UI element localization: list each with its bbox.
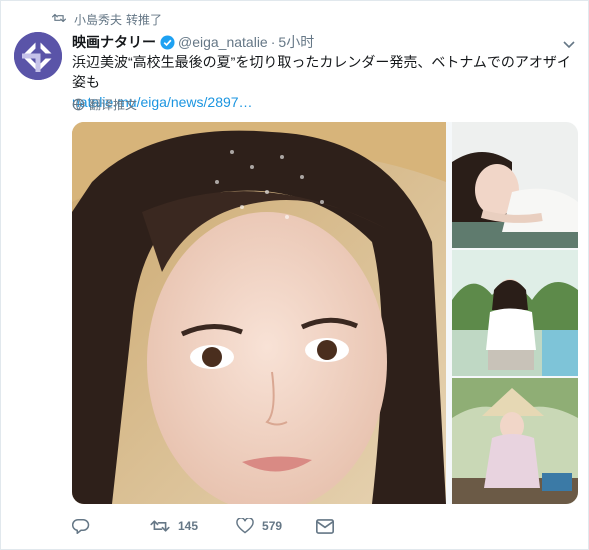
globe-icon bbox=[72, 98, 85, 111]
like-count: 579 bbox=[262, 519, 283, 533]
tweet-header: 映画ナタリー @eiga_natalie · 5小时 bbox=[72, 33, 314, 51]
media-grid bbox=[72, 122, 578, 504]
translate-label: 翻译推文 bbox=[89, 98, 138, 112]
retweet-button[interactable]: 145 bbox=[150, 518, 198, 534]
reply-icon bbox=[72, 518, 90, 534]
author-name[interactable]: 映画ナタリー bbox=[72, 32, 156, 52]
retweet-count: 145 bbox=[178, 519, 199, 533]
like-button[interactable]: 579 bbox=[236, 518, 282, 534]
photo-side-2[interactable] bbox=[452, 250, 578, 376]
author-handle[interactable]: @eiga_natalie bbox=[178, 34, 268, 50]
photo-main[interactable] bbox=[72, 122, 446, 504]
verified-badge-icon bbox=[160, 34, 175, 50]
tweet-text: 浜辺美波“高校生最後の夏”を切り取ったカレンダー発売、ベトナムでのアオザイ姿も … bbox=[72, 52, 577, 112]
retweet-icon bbox=[52, 12, 74, 27]
translate-tweet-button[interactable]: 翻译推文 bbox=[72, 96, 137, 113]
heart-icon bbox=[236, 518, 254, 534]
retweet-context: 小島秀夫 转推了 bbox=[52, 10, 162, 28]
retweet-icon bbox=[150, 520, 170, 532]
photo-side-1[interactable] bbox=[452, 122, 578, 248]
retweet-action-label: 转推了 bbox=[126, 12, 163, 27]
natalie-logo-icon bbox=[14, 32, 62, 80]
envelope-icon bbox=[316, 518, 335, 534]
photo-side-3[interactable] bbox=[452, 378, 578, 504]
tweet-body: 浜辺美波“高校生最後の夏”を切り取ったカレンダー発売、ベトナムでのアオザイ姿も bbox=[72, 54, 571, 90]
separator-dot: · bbox=[270, 34, 276, 50]
tweet-actions: 145 579 bbox=[72, 514, 335, 538]
reply-button[interactable] bbox=[72, 518, 90, 535]
tweet-timestamp[interactable]: 5小时 bbox=[278, 32, 314, 52]
direct-message-button[interactable] bbox=[316, 518, 335, 534]
retweeter-name[interactable]: 小島秀夫 bbox=[74, 11, 122, 28]
avatar[interactable] bbox=[14, 32, 62, 80]
